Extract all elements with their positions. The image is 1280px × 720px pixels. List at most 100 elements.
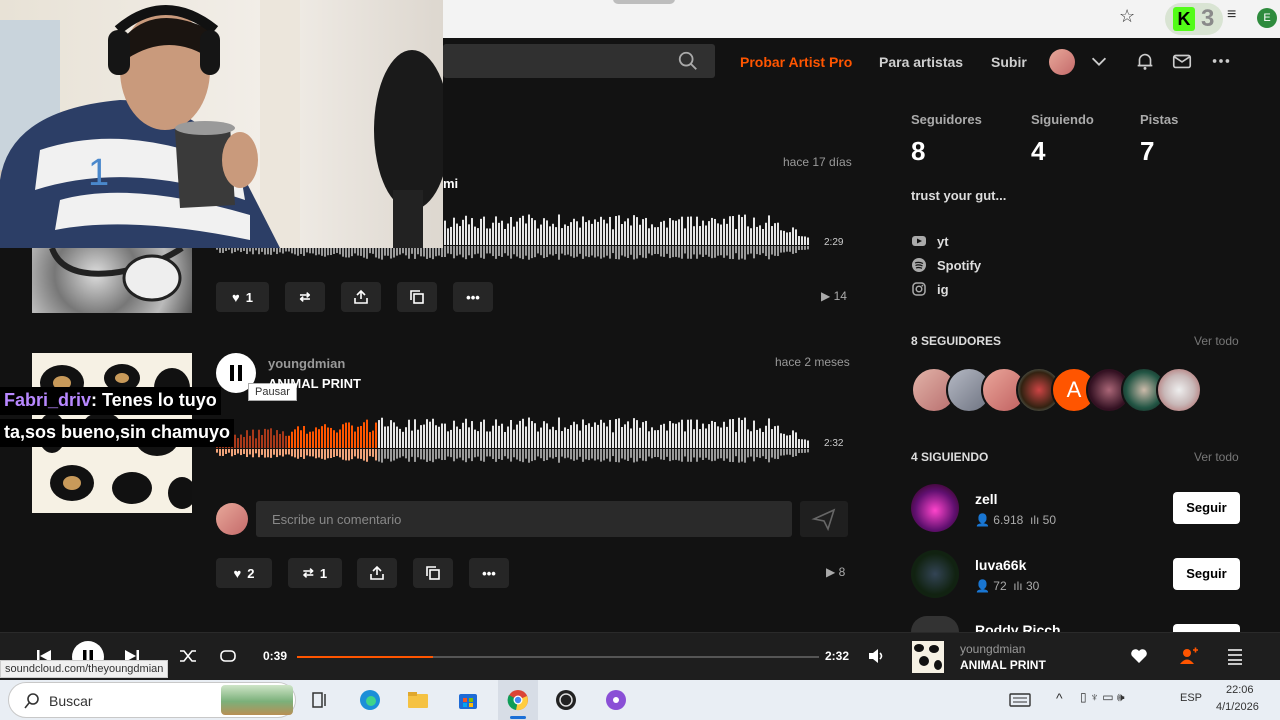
follow-button[interactable] xyxy=(1173,624,1240,632)
following-avatar[interactable] xyxy=(911,550,959,598)
see-all-following-link[interactable]: Ver todo xyxy=(1194,450,1239,464)
copy-link-button[interactable] xyxy=(413,558,453,588)
player-bar: 0:39 2:32 youngdmian ANIMAL PRINT xyxy=(0,632,1280,680)
track-timestamp: hace 2 meses xyxy=(775,355,850,369)
following-name[interactable]: zell xyxy=(975,491,998,507)
system-tray-icons[interactable]: ▯ ♆ ▭ 🕪 xyxy=(1080,690,1125,705)
following-avatar[interactable] xyxy=(911,484,959,532)
more-button[interactable]: ••• xyxy=(453,282,493,312)
follow-button[interactable]: Seguir xyxy=(1173,558,1240,590)
chrome-active-tab[interactable] xyxy=(498,680,538,720)
volume-icon[interactable] xyxy=(866,646,886,666)
track-title[interactable]: ANIMAL PRINT xyxy=(268,376,361,391)
microsoft-store-icon[interactable] xyxy=(456,688,480,712)
comment-placeholder: Escribe un comentario xyxy=(272,512,402,527)
like-button[interactable]: ♥ 2 xyxy=(216,558,272,588)
bookmark-star-icon[interactable]: ☆ xyxy=(1119,6,1135,27)
following-name[interactable]: luva66k xyxy=(975,557,1026,573)
repeat-icon[interactable] xyxy=(218,646,238,666)
like-button[interactable]: ♥ 1 xyxy=(216,282,269,312)
messages-mail-icon[interactable] xyxy=(1171,50,1193,72)
more-options-icon[interactable] xyxy=(1210,50,1232,72)
media-control-icon[interactable]: ≡ xyxy=(1227,6,1236,24)
chevron-down-icon[interactable] xyxy=(1088,50,1110,72)
shuffle-icon[interactable] xyxy=(178,646,198,666)
copy-icon xyxy=(426,566,440,580)
search-input[interactable] xyxy=(443,44,715,78)
follow-user-icon[interactable] xyxy=(1178,646,1198,666)
see-all-followers-link[interactable]: Ver todo xyxy=(1194,334,1239,348)
task-view-icon[interactable] xyxy=(308,688,332,712)
track-waveform[interactable] xyxy=(216,408,828,472)
like-count: 1 xyxy=(245,289,253,305)
social-link-ig[interactable]: ig xyxy=(937,282,949,297)
for-artists-link[interactable]: Para artistas xyxy=(879,54,963,70)
browser-toolbar: ☆ K 3 ≡ E xyxy=(443,0,1280,38)
now-playing-artist[interactable]: youngdmian xyxy=(960,642,1025,656)
show-hidden-icons-chevron-icon[interactable]: ^ xyxy=(1056,690,1063,706)
track-username[interactable]: youngdmian xyxy=(268,356,345,371)
taskbar-search-placeholder: Buscar xyxy=(49,693,93,709)
clock-date[interactable]: 4/1/2026 xyxy=(1216,701,1259,713)
repost-button[interactable]: ⇄ xyxy=(285,282,325,312)
queue-list-icon[interactable] xyxy=(1225,646,1245,666)
kick-count: 3 xyxy=(1201,5,1215,32)
share-icon xyxy=(354,289,368,304)
copy-link-button[interactable] xyxy=(397,282,437,312)
followers-label[interactable]: Seguidores xyxy=(911,112,982,127)
track-duration: 2:29 xyxy=(824,237,844,248)
send-comment-button[interactable] xyxy=(800,501,848,537)
search-icon[interactable] xyxy=(677,50,699,72)
track-title[interactable]: mi xyxy=(443,176,458,191)
repost-icon: ⇄ xyxy=(302,565,314,580)
comment-input[interactable]: Escribe un comentario xyxy=(256,501,792,537)
followers-heading[interactable]: 8 SEGUIDORES xyxy=(911,334,1001,348)
share-button[interactable] xyxy=(357,558,397,588)
elapsed-time: 0:39 xyxy=(263,649,288,663)
following-name[interactable]: Roddy Ricch xyxy=(975,622,1061,632)
keyboard-icon[interactable] xyxy=(1008,688,1032,712)
chat-text: ta,sos bueno,sin chamuyo xyxy=(4,422,231,442)
taskbar-search-input[interactable]: Buscar xyxy=(8,682,296,718)
profile-bio: trust your gut... xyxy=(911,188,1007,203)
total-time: 2:32 xyxy=(825,649,850,663)
clock-time[interactable]: 22:06 xyxy=(1226,684,1254,696)
file-explorer-icon[interactable] xyxy=(406,688,430,712)
obs-studio-icon[interactable] xyxy=(554,688,578,712)
now-playing-title[interactable]: ANIMAL PRINT xyxy=(960,658,1046,672)
notifications-bell-icon[interactable] xyxy=(1134,50,1156,72)
chat-message-line: ta,sos bueno,sin chamuyo xyxy=(0,419,235,447)
follower-avatar[interactable] xyxy=(1156,367,1202,413)
edge-browser-icon[interactable] xyxy=(358,688,382,712)
followers-count[interactable]: 8 xyxy=(911,136,925,167)
social-link-yt[interactable]: yt xyxy=(937,234,949,249)
browser-profile-avatar[interactable]: E xyxy=(1257,8,1277,28)
repost-button[interactable]: ⇄ 1 xyxy=(288,558,342,588)
svg-text:1: 1 xyxy=(88,152,109,194)
heart-icon: ♥ xyxy=(233,565,242,581)
progress-track[interactable] xyxy=(297,656,819,658)
following-label[interactable]: Siguiendo xyxy=(1031,112,1094,127)
podcast-app-icon[interactable] xyxy=(604,688,628,712)
commenter-avatar xyxy=(216,503,248,535)
tracks-count[interactable]: 7 xyxy=(1140,136,1154,167)
upload-link[interactable]: Subir xyxy=(991,54,1027,70)
track-artwork[interactable] xyxy=(32,245,192,313)
following-heading[interactable]: 4 SIGUIENDO xyxy=(911,450,988,464)
share-button[interactable] xyxy=(341,282,381,312)
following-count[interactable]: 4 xyxy=(1031,136,1045,167)
follow-button[interactable]: Seguir xyxy=(1173,492,1240,524)
try-artist-pro-link[interactable]: Probar Artist Pro xyxy=(740,54,852,70)
now-playing-artwork[interactable] xyxy=(912,641,944,673)
more-button[interactable]: ••• xyxy=(469,558,509,588)
share-icon xyxy=(370,565,384,580)
chat-text: : Tenes lo tuyo xyxy=(91,390,217,410)
kick-extension[interactable]: K 3 xyxy=(1165,3,1223,35)
input-language[interactable]: ESP xyxy=(1180,692,1202,704)
tracks-label[interactable]: Pistas xyxy=(1140,112,1178,127)
following-avatar[interactable] xyxy=(911,616,959,632)
social-link-spotify[interactable]: Spotify xyxy=(937,258,981,273)
like-heart-icon[interactable] xyxy=(1130,647,1148,665)
user-avatar[interactable] xyxy=(1049,49,1075,75)
browser-tab-handle[interactable] xyxy=(613,0,675,4)
